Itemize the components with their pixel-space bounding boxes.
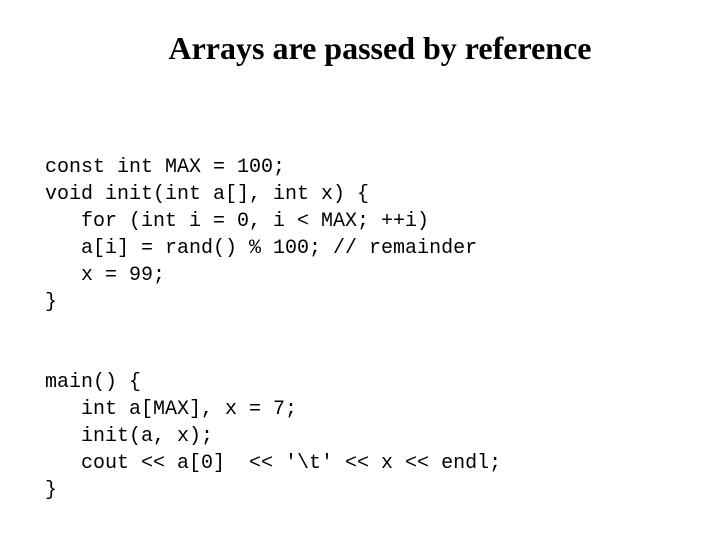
code-line: a[i] = rand() % 100; // remainder xyxy=(45,237,477,260)
code-block-main: main() { int a[MAX], x = 7; init(a, x); … xyxy=(45,342,675,504)
code-line: cout << a[0] << '\t' << x << endl; xyxy=(45,452,501,475)
slide-title: Arrays are passed by reference xyxy=(85,30,675,67)
code-line: const int MAX = 100; xyxy=(45,156,285,179)
code-line: init(a, x); xyxy=(45,425,213,448)
code-line: int a[MAX], x = 7; xyxy=(45,398,297,421)
code-line: for (int i = 0, i < MAX; ++i) xyxy=(45,210,429,233)
code-line: void init(int a[], int x) { xyxy=(45,183,369,206)
code-line: } xyxy=(45,479,57,502)
code-line: } xyxy=(45,291,57,314)
code-line: x = 99; xyxy=(45,264,165,287)
code-line: main() { xyxy=(45,371,141,394)
code-block-init: const int MAX = 100; void init(int a[], … xyxy=(45,127,675,316)
